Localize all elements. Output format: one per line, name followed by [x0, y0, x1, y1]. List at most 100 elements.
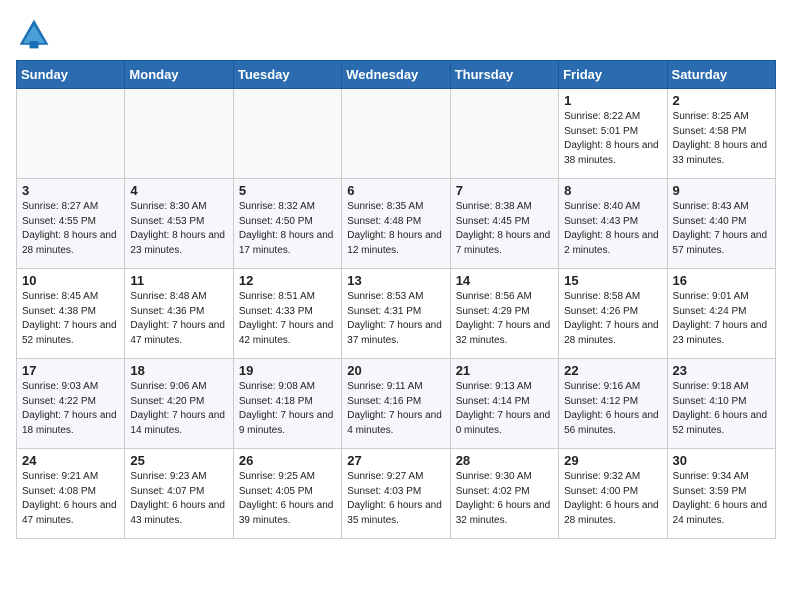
- logo-icon: [16, 16, 52, 52]
- week-row-3: 10 Sunrise: 8:45 AM Sunset: 4:38 PM Dayli…: [17, 269, 776, 359]
- day-number: 26: [239, 453, 336, 468]
- day-info: Sunrise: 9:27 AM Sunset: 4:03 PM Dayligh…: [347, 470, 444, 528]
- calendar-cell: 21 Sunrise: 9:13 AM Sunset: 4:14 PM Dayli…: [450, 359, 558, 449]
- calendar-cell: 3 Sunrise: 8:27 AM Sunset: 4:55 PM Daylig…: [17, 179, 125, 269]
- weekday-header-monday: Monday: [125, 61, 233, 89]
- day-info: Sunrise: 8:56 AM Sunset: 4:29 PM Dayligh…: [456, 290, 553, 348]
- day-number: 4: [130, 183, 227, 198]
- day-number: 2: [673, 93, 770, 108]
- calendar-cell: 13 Sunrise: 8:53 AM Sunset: 4:31 PM Dayli…: [342, 269, 450, 359]
- week-row-4: 17 Sunrise: 9:03 AM Sunset: 4:22 PM Dayli…: [17, 359, 776, 449]
- day-info: Sunrise: 8:22 AM Sunset: 5:01 PM Dayligh…: [564, 110, 661, 168]
- day-info: Sunrise: 9:03 AM Sunset: 4:22 PM Dayligh…: [22, 380, 119, 438]
- day-number: 15: [564, 273, 661, 288]
- day-info: Sunrise: 8:43 AM Sunset: 4:40 PM Dayligh…: [673, 200, 770, 258]
- day-number: 8: [564, 183, 661, 198]
- day-info: Sunrise: 8:35 AM Sunset: 4:48 PM Dayligh…: [347, 200, 444, 258]
- day-info: Sunrise: 9:01 AM Sunset: 4:24 PM Dayligh…: [673, 290, 770, 348]
- day-info: Sunrise: 9:16 AM Sunset: 4:12 PM Dayligh…: [564, 380, 661, 438]
- day-number: 20: [347, 363, 444, 378]
- weekday-header-wednesday: Wednesday: [342, 61, 450, 89]
- calendar-cell: [17, 89, 125, 179]
- day-number: 1: [564, 93, 661, 108]
- day-info: Sunrise: 8:25 AM Sunset: 4:58 PM Dayligh…: [673, 110, 770, 168]
- day-info: Sunrise: 9:32 AM Sunset: 4:00 PM Dayligh…: [564, 470, 661, 528]
- day-number: 16: [673, 273, 770, 288]
- logo: [16, 16, 56, 52]
- day-info: Sunrise: 8:51 AM Sunset: 4:33 PM Dayligh…: [239, 290, 336, 348]
- day-number: 14: [456, 273, 553, 288]
- day-info: Sunrise: 9:30 AM Sunset: 4:02 PM Dayligh…: [456, 470, 553, 528]
- calendar-cell: 5Sunrise: 8:32 AM Sunset: 4:50 PM Daylig…: [233, 179, 341, 269]
- day-info: Sunrise: 8:27 AM Sunset: 4:55 PM Dayligh…: [22, 200, 119, 258]
- day-info: Sunrise: 9:25 AM Sunset: 4:05 PM Dayligh…: [239, 470, 336, 528]
- calendar-cell: 25 Sunrise: 9:23 AM Sunset: 4:07 PM Dayli…: [125, 449, 233, 539]
- calendar-header: SundayMondayTuesdayWednesdayThursdayFrid…: [17, 61, 776, 89]
- day-info: Sunrise: 8:48 AM Sunset: 4:36 PM Dayligh…: [130, 290, 227, 348]
- day-number: 6: [347, 183, 444, 198]
- calendar-cell: 16 Sunrise: 9:01 AM Sunset: 4:24 PM Dayli…: [667, 269, 775, 359]
- calendar-cell: 6 Sunrise: 8:35 AM Sunset: 4:48 PM Daylig…: [342, 179, 450, 269]
- calendar-cell: 22 Sunrise: 9:16 AM Sunset: 4:12 PM Dayli…: [559, 359, 667, 449]
- weekday-header-row: SundayMondayTuesdayWednesdayThursdayFrid…: [17, 61, 776, 89]
- weekday-header-saturday: Saturday: [667, 61, 775, 89]
- weekday-header-tuesday: Tuesday: [233, 61, 341, 89]
- calendar-cell: 23Sunrise: 9:18 AM Sunset: 4:10 PM Dayli…: [667, 359, 775, 449]
- calendar-cell: 1 Sunrise: 8:22 AM Sunset: 5:01 PM Daylig…: [559, 89, 667, 179]
- calendar-cell: 8 Sunrise: 8:40 AM Sunset: 4:43 PM Daylig…: [559, 179, 667, 269]
- calendar-cell: 30 Sunrise: 9:34 AM Sunset: 3:59 PM Dayli…: [667, 449, 775, 539]
- calendar-cell: [450, 89, 558, 179]
- day-number: 12: [239, 273, 336, 288]
- weekday-header-thursday: Thursday: [450, 61, 558, 89]
- calendar-cell: 27 Sunrise: 9:27 AM Sunset: 4:03 PM Dayli…: [342, 449, 450, 539]
- calendar-cell: 7Sunrise: 8:38 AM Sunset: 4:45 PM Daylig…: [450, 179, 558, 269]
- day-info: Sunrise: 8:45 AM Sunset: 4:38 PM Dayligh…: [22, 290, 119, 348]
- calendar-cell: 29 Sunrise: 9:32 AM Sunset: 4:00 PM Dayli…: [559, 449, 667, 539]
- calendar-cell: 10 Sunrise: 8:45 AM Sunset: 4:38 PM Dayli…: [17, 269, 125, 359]
- day-info: Sunrise: 9:21 AM Sunset: 4:08 PM Dayligh…: [22, 470, 119, 528]
- week-row-2: 3 Sunrise: 8:27 AM Sunset: 4:55 PM Daylig…: [17, 179, 776, 269]
- calendar-cell: 4 Sunrise: 8:30 AM Sunset: 4:53 PM Daylig…: [125, 179, 233, 269]
- calendar-cell: 2 Sunrise: 8:25 AM Sunset: 4:58 PM Daylig…: [667, 89, 775, 179]
- day-number: 3: [22, 183, 119, 198]
- day-info: Sunrise: 8:40 AM Sunset: 4:43 PM Dayligh…: [564, 200, 661, 258]
- calendar-cell: [342, 89, 450, 179]
- calendar-cell: 18Sunrise: 9:06 AM Sunset: 4:20 PM Dayli…: [125, 359, 233, 449]
- day-number: 21: [456, 363, 553, 378]
- day-number: 19: [239, 363, 336, 378]
- weekday-header-friday: Friday: [559, 61, 667, 89]
- calendar-table: SundayMondayTuesdayWednesdayThursdayFrid…: [16, 60, 776, 539]
- week-row-1: 1 Sunrise: 8:22 AM Sunset: 5:01 PM Daylig…: [17, 89, 776, 179]
- day-info: Sunrise: 9:08 AM Sunset: 4:18 PM Dayligh…: [239, 380, 336, 438]
- calendar-cell: [125, 89, 233, 179]
- day-info: Sunrise: 9:34 AM Sunset: 3:59 PM Dayligh…: [673, 470, 770, 528]
- day-number: 27: [347, 453, 444, 468]
- day-number: 30: [673, 453, 770, 468]
- day-number: 18: [130, 363, 227, 378]
- calendar-body: 1 Sunrise: 8:22 AM Sunset: 5:01 PM Daylig…: [17, 89, 776, 539]
- calendar-cell: 19 Sunrise: 9:08 AM Sunset: 4:18 PM Dayli…: [233, 359, 341, 449]
- day-number: 13: [347, 273, 444, 288]
- day-number: 29: [564, 453, 661, 468]
- day-info: Sunrise: 8:32 AM Sunset: 4:50 PM Dayligh…: [239, 200, 336, 258]
- day-number: 25: [130, 453, 227, 468]
- day-info: Sunrise: 9:23 AM Sunset: 4:07 PM Dayligh…: [130, 470, 227, 528]
- calendar-cell: 12 Sunrise: 8:51 AM Sunset: 4:33 PM Dayli…: [233, 269, 341, 359]
- page-header: [16, 16, 776, 52]
- day-info: Sunrise: 8:38 AM Sunset: 4:45 PM Dayligh…: [456, 200, 553, 258]
- calendar-cell: 20Sunrise: 9:11 AM Sunset: 4:16 PM Dayli…: [342, 359, 450, 449]
- calendar-cell: 9 Sunrise: 8:43 AM Sunset: 4:40 PM Daylig…: [667, 179, 775, 269]
- day-number: 22: [564, 363, 661, 378]
- day-number: 28: [456, 453, 553, 468]
- calendar-cell: 26 Sunrise: 9:25 AM Sunset: 4:05 PM Dayli…: [233, 449, 341, 539]
- day-number: 24: [22, 453, 119, 468]
- day-number: 23: [673, 363, 770, 378]
- day-info: Sunrise: 9:13 AM Sunset: 4:14 PM Dayligh…: [456, 380, 553, 438]
- day-info: Sunrise: 8:53 AM Sunset: 4:31 PM Dayligh…: [347, 290, 444, 348]
- day-info: Sunrise: 8:30 AM Sunset: 4:53 PM Dayligh…: [130, 200, 227, 258]
- day-number: 10: [22, 273, 119, 288]
- day-number: 9: [673, 183, 770, 198]
- day-number: 17: [22, 363, 119, 378]
- calendar-cell: 17 Sunrise: 9:03 AM Sunset: 4:22 PM Dayli…: [17, 359, 125, 449]
- weekday-header-sunday: Sunday: [17, 61, 125, 89]
